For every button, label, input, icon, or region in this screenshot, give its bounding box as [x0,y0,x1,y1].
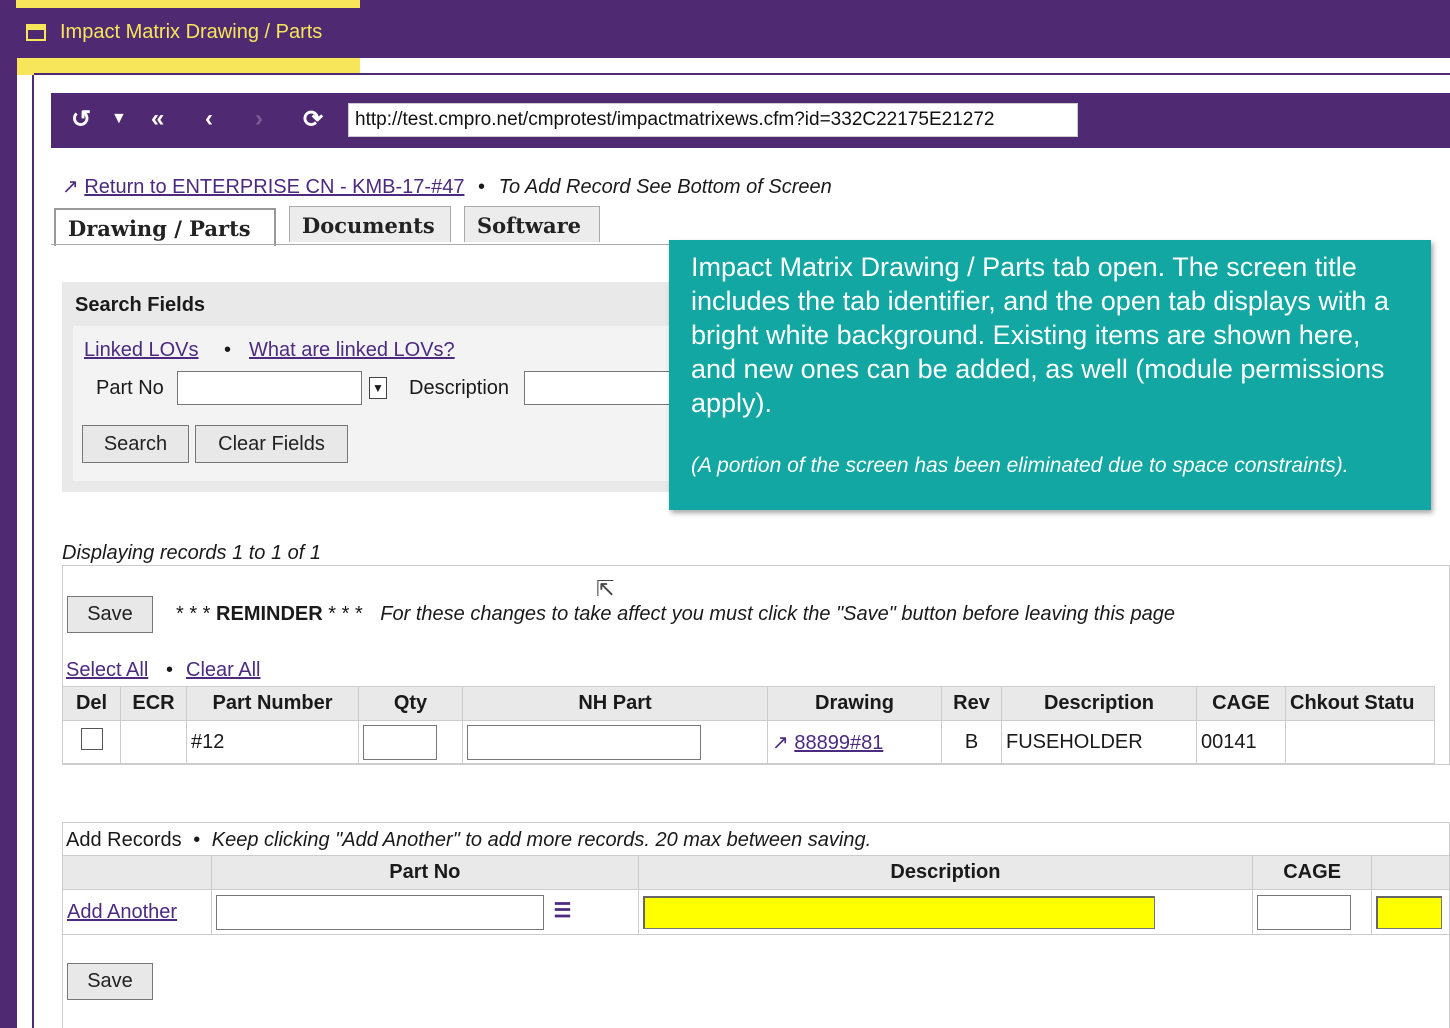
column-header: CAGE [1252,855,1373,890]
drawing-link[interactable]: 88899#81 [794,732,883,754]
nh-part-input[interactable] [467,724,701,760]
return-link[interactable]: Return to ENTERPRISE CN - KMB-17-#47 [84,176,464,198]
clear-fields-button[interactable]: Clear Fields [195,425,348,463]
url-input[interactable]: http://test.cmpro.net/cmprotest/impactma… [348,103,1078,137]
del-cell [62,720,121,764]
what-are-linked-lovs-link[interactable]: What are linked LOVs? [249,339,455,362]
add-description-input[interactable] [642,895,1155,929]
part-no-cell: ☰ [210,889,639,935]
description-input[interactable] [524,371,674,405]
nh-part-cell [462,720,768,764]
separator: • [478,176,486,198]
ecr-cell [120,720,187,764]
qty-cell [358,720,463,764]
add-records-table: Part No Description CAGE Add Another ☰ [62,855,1450,935]
clear-all-link[interactable]: Clear All [186,659,260,682]
forward-icon: › [255,105,263,132]
add-part-no-input[interactable] [215,894,544,930]
column-header: Drawing [767,686,942,721]
callout-note: (A portion of the screen has been elimin… [691,454,1349,477]
left-frame [0,58,17,1028]
add-record-hint: To Add Record See Bottom of Screen [498,176,832,198]
linked-lovs-link[interactable]: Linked LOVs [84,339,199,362]
add-extra-input[interactable] [1376,895,1443,929]
chkout-status-cell [1285,720,1435,764]
records-table: Del ECR Part Number Qty NH Part Drawing … [62,686,1435,764]
table-header-row: Del ECR Part Number Qty NH Part Drawing … [62,686,1435,721]
separator: • [193,829,201,851]
inner-frame-top [34,73,1450,75]
part-no-input[interactable] [177,371,362,405]
drawing-cell: ↗ 88899#81 [767,720,942,764]
column-header: Description [637,855,1254,890]
window-icon [26,24,46,41]
add-records-title: Add Records [66,829,182,851]
table-row: #12 ↗ 88899#81 B FUSEHOLDER 00141 [62,720,1435,764]
save-button[interactable]: Save [67,596,153,633]
tab-documents[interactable]: Documents [289,206,451,242]
history-icon[interactable]: ↺ [71,105,91,134]
save-button-bottom[interactable]: Save [67,963,153,1000]
column-header: Del [62,686,121,721]
external-link-icon: ↗ [62,176,79,198]
reminder-text: For these changes to take affect you mus… [380,603,1175,625]
cage-cell [1252,889,1373,935]
column-header: CAGE [1196,686,1286,721]
part-no-label: Part No [96,377,164,399]
refresh-icon[interactable]: ⟳ [303,105,323,134]
mouse-cursor-icon: ⇱ [596,576,615,601]
external-link-icon: ↗ [772,731,789,754]
window-title: Impact Matrix Drawing / Parts [60,21,323,43]
table-header-row: Part No Description CAGE [62,855,1450,890]
cage-cell: 00141 [1196,720,1286,764]
select-all-link[interactable]: Select All [66,659,148,682]
first-page-icon[interactable]: « [151,105,164,133]
separator: • [224,339,232,361]
lov-dropdown-icon[interactable]: ▼ [369,377,387,399]
reminder-stars: * * * [328,603,363,625]
column-header: NH Part [462,686,768,721]
column-header [62,855,212,890]
part-number-cell: #12 [186,720,359,764]
delete-checkbox[interactable] [80,728,103,750]
table-row: Add Another ☰ [62,889,1450,935]
column-header: ECR [120,686,187,721]
search-title: Search Fields [75,294,206,316]
column-header: Qty [358,686,463,721]
callout-text: Impact Matrix Drawing / Parts tab open. … [691,252,1389,418]
back-icon[interactable]: ‹ [205,105,213,133]
return-row: ↗ Return to ENTERPRISE CN - KMB-17-#47 •… [62,174,832,199]
records-count: Displaying records 1 to 1 of 1 [62,542,322,564]
description-label: Description [409,377,510,399]
add-cage-input[interactable] [1257,894,1352,930]
annotation-callout: Impact Matrix Drawing / Parts tab open. … [669,240,1431,510]
column-header: Rev [941,686,1002,721]
add-another-cell: Add Another [62,889,212,935]
tab-drawing-parts[interactable]: Drawing / Parts [54,208,276,246]
description-cell [637,889,1254,935]
tab-baseline [51,244,671,245]
add-another-link[interactable]: Add Another [67,901,177,923]
separator: • [166,659,174,681]
column-header: Part No [210,855,639,890]
reminder: * * * REMINDER * * * For these changes t… [176,603,1175,626]
column-header [1371,855,1450,890]
chevron-down-icon[interactable]: ▼ [111,110,127,128]
extra-cell [1371,889,1450,935]
column-header: Description [1001,686,1197,721]
add-records-hint: Keep clicking "Add Another" to add more … [211,829,872,851]
reminder-word: REMINDER [216,603,323,625]
tab-software[interactable]: Software [464,206,600,242]
list-icon[interactable]: ☰ [554,900,572,922]
column-header: Chkout Statu [1285,686,1435,721]
column-header: Part Number [186,686,359,721]
reminder-stars: * * * [176,603,211,625]
inner-frame-left [32,75,34,1028]
search-button[interactable]: Search [82,425,189,463]
description-cell: FUSEHOLDER [1001,720,1197,764]
rev-cell: B [941,720,1002,764]
add-records-header: Add Records • Keep clicking "Add Another… [66,829,871,852]
qty-input[interactable] [363,724,437,760]
